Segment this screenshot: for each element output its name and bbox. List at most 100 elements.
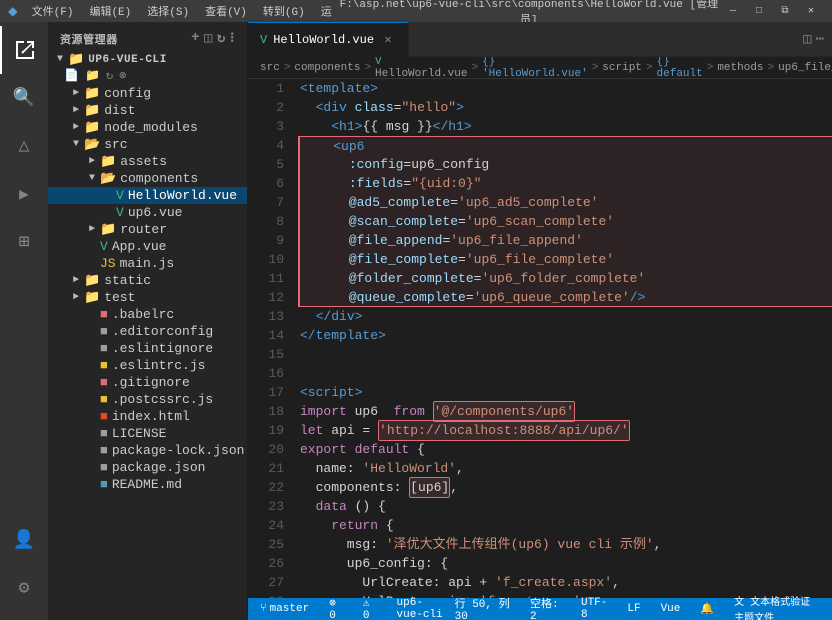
more-actions-icon[interactable]: ⋯ — [816, 31, 824, 48]
code-line-16 — [300, 364, 832, 383]
tree-item-eslintrc[interactable]: ■ .eslintrc.js — [48, 357, 247, 374]
git-activity-icon[interactable]: △ — [0, 122, 48, 170]
tree-item-indexhtml[interactable]: ■ index.html — [48, 408, 247, 425]
tree-item-up6vue[interactable]: V up6.vue — [48, 204, 247, 221]
tree-item-config[interactable]: ► 📁 config — [48, 85, 247, 102]
tree-item-src[interactable]: ▼ 📂 src — [48, 136, 247, 153]
tree-item-editorconfig-label: .editorconfig — [112, 324, 213, 339]
tree-item-static[interactable]: ► 📁 static — [48, 272, 247, 289]
encoding[interactable]: UTF-8 — [577, 597, 611, 620]
folder-closed-icon: 📁 — [84, 86, 100, 101]
breadcrumb-sep-1: > — [284, 62, 291, 74]
menu-file[interactable]: 文件(F) — [26, 3, 80, 19]
vue-file-icon: V — [100, 239, 108, 254]
breadcrumb-method-name[interactable]: up6_file_complete — [778, 62, 832, 74]
feedback-icon[interactable]: 🔔 — [696, 602, 718, 616]
cursor-position[interactable]: 行 50, 列 30 — [451, 595, 514, 620]
indentation[interactable]: 空格: 2 — [526, 595, 565, 620]
chevron-right-icon: ► — [68, 88, 84, 99]
folder-open-icon: 📂 — [100, 171, 116, 186]
json-file-icon: ■ — [100, 443, 108, 458]
folder-icon: 📁 — [68, 52, 84, 67]
refresh-icon[interactable]: ↻ — [217, 30, 226, 47]
tree-item-router[interactable]: ► 📁 router — [48, 221, 247, 238]
tree-item-node-modules[interactable]: ► 📁 node_modules — [48, 119, 247, 136]
new-file-icon[interactable]: + — [191, 30, 200, 47]
code-line-8: @scan_complete='up6_scan_complete' — [298, 212, 832, 231]
tree-item-test[interactable]: ► 📁 test — [48, 289, 247, 306]
tree-item-packagejson[interactable]: ■ package.json — [48, 459, 247, 476]
tree-item-assets-label: assets — [120, 154, 167, 169]
menu-view[interactable]: 查看(V) — [199, 3, 253, 19]
restore-button[interactable]: ⧉ — [772, 0, 798, 22]
tree-item-assets[interactable]: ► 📁 assets — [48, 153, 247, 170]
tree-item-readme[interactable]: ■ README.md — [48, 476, 247, 493]
split-editor-icon[interactable]: ◫ — [803, 31, 811, 48]
account-icon[interactable]: 👤 — [0, 516, 48, 564]
tab-helloworld[interactable]: V HelloWorld.vue ✕ — [248, 22, 409, 57]
git-branch[interactable]: ⑂ master — [256, 603, 313, 615]
sidebar-header-icons[interactable]: + ◫ ↻ ⁝ — [191, 30, 235, 47]
code-line-13: </div> — [300, 307, 832, 326]
tree-item-eslintignore[interactable]: ■ .eslintignore — [48, 340, 247, 357]
minimize-button[interactable]: ― — [720, 0, 746, 22]
maximize-button[interactable]: □ — [746, 0, 772, 22]
vue-file-icon: V — [116, 188, 124, 203]
breadcrumb-methods[interactable]: methods — [717, 62, 763, 74]
tree-root-label: UP6-VUE-CLI — [88, 54, 167, 66]
breadcrumb-components[interactable]: components — [294, 62, 360, 74]
warnings-count[interactable]: ⚠ 0 — [359, 596, 381, 620]
language-mode[interactable]: Vue — [657, 603, 685, 615]
errors-count[interactable]: ⊗ 0 — [325, 596, 347, 620]
tree-item-dist[interactable]: ► 📁 dist — [48, 102, 247, 119]
folder-closed-icon: 📁 — [100, 222, 116, 237]
search-activity-icon[interactable]: 🔍 — [0, 74, 48, 122]
tree-item-mainjs[interactable]: JS main.js — [48, 255, 247, 272]
breadcrumb-default[interactable]: {} default — [657, 57, 703, 79]
collapse-tree-icon[interactable]: ⊗ — [119, 68, 126, 83]
new-folder-icon[interactable]: ◫ — [204, 30, 213, 47]
code-editor[interactable]: <template> <div class="hello"> <h1>{{ ms… — [292, 79, 832, 598]
menu-goto[interactable]: 转到(G) — [257, 3, 311, 19]
menu-bar[interactable]: 文件(F) 编辑(E) 选择(S) 查看(V) 转到(G) 运 — [26, 3, 338, 19]
tab-right-controls: ◫ ⋯ — [803, 31, 832, 48]
tree-item-appvue[interactable]: V App.vue — [48, 238, 247, 255]
new-folder-tree-icon[interactable]: 📁 — [85, 68, 100, 83]
breadcrumb-script[interactable]: script — [602, 62, 642, 74]
line-ending[interactable]: LF — [623, 603, 644, 615]
close-button[interactable]: ✕ — [798, 0, 824, 22]
refresh-tree-icon[interactable]: ↻ — [106, 68, 113, 83]
window-controls[interactable]: ― □ ⧉ ✕ — [720, 0, 824, 22]
line-num-1: 1 — [252, 79, 284, 98]
tree-item-postcss[interactable]: ■ .postcssrc.js — [48, 391, 247, 408]
tree-item-helloworld[interactable]: V HelloWorld.vue — [48, 187, 247, 204]
tree-item-babelrc[interactable]: ■ .babelrc — [48, 306, 247, 323]
tree-root[interactable]: ▼ 📁 UP6-VUE-CLI — [48, 51, 247, 68]
explorer-activity-icon[interactable] — [0, 26, 48, 74]
tree-item-gitignore[interactable]: ■ .gitignore — [48, 374, 247, 391]
tree-item-license[interactable]: ■ LICENSE — [48, 425, 247, 442]
tree-item-package-lock[interactable]: ■ package-lock.json — [48, 442, 247, 459]
settings-icon[interactable]: ⚙ — [0, 564, 48, 612]
breadcrumb-src[interactable]: src — [260, 62, 280, 74]
collapse-icon[interactable]: ⁝ — [230, 30, 235, 47]
js-dot-file-icon: ■ — [100, 392, 108, 407]
debug-activity-icon[interactable]: ▶ — [0, 170, 48, 218]
line-num-15: 15 — [252, 345, 284, 364]
breadcrumb-object[interactable]: {} 'HelloWorld.vue' — [482, 57, 588, 79]
breadcrumb-sep-5: > — [646, 62, 653, 74]
tree-item-editorconfig[interactable]: ■ .editorconfig — [48, 323, 247, 340]
tab-close-button[interactable]: ✕ — [380, 32, 396, 48]
menu-edit[interactable]: 编辑(E) — [83, 3, 137, 19]
tree-item-eslintrc-label: .eslintrc.js — [112, 358, 206, 373]
tree-item-up6vue-label: up6.vue — [128, 205, 183, 220]
editor[interactable]: 1 2 3 4 5 6 7 8 9 10 11 12 13 14 15 16 1… — [248, 79, 832, 598]
menu-select[interactable]: 选择(S) — [141, 3, 195, 19]
new-file-tree-icon[interactable]: 📄 — [64, 68, 79, 83]
menu-run[interactable]: 运 — [315, 3, 338, 19]
tree-item-components[interactable]: ▼ 📂 components — [48, 170, 247, 187]
breadcrumb-file[interactable]: V HelloWorld.vue — [375, 57, 467, 79]
extensions-activity-icon[interactable]: ⊞ — [0, 218, 48, 266]
title-bar: ◆ 文件(F) 编辑(E) 选择(S) 查看(V) 转到(G) 运 F:\asp… — [0, 0, 832, 22]
project-name[interactable]: up6-vue-cli — [393, 597, 451, 620]
